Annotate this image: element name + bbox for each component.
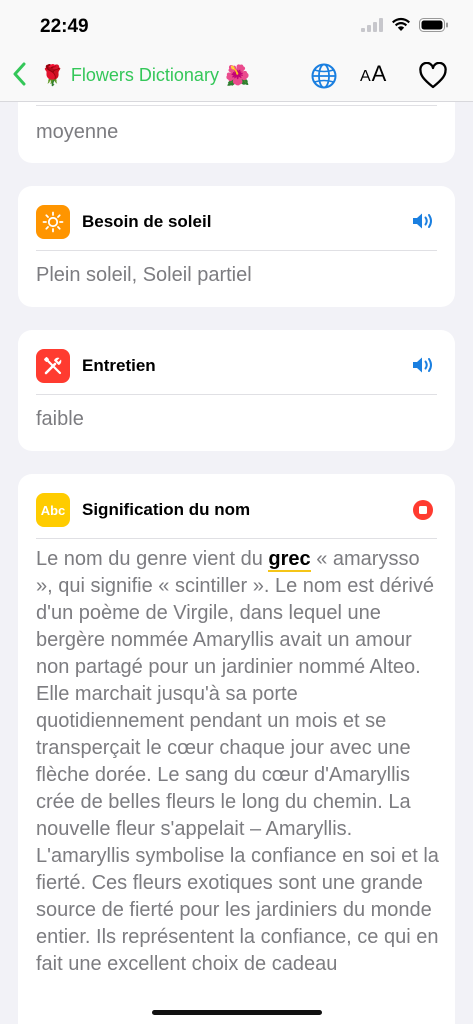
status-time: 22:49 — [40, 16, 89, 37]
rose-emoji: 🌹 — [40, 65, 65, 87]
stop-icon — [411, 500, 435, 526]
sunlight-card-header: Besoin de soleil — [36, 204, 437, 240]
abc-icon-text: Abc — [40, 502, 66, 518]
status-bar: 22:49 — [0, 0, 473, 50]
care-level-value: moyenne — [36, 121, 119, 143]
stop-speaking-button[interactable] — [411, 498, 437, 522]
card-divider — [36, 394, 437, 395]
nav-bar: 🌹 Flowers Dictionary 🌺 A A — [0, 50, 473, 102]
hibiscus-emoji: 🌺 — [224, 65, 250, 87]
maintenance-value: faible — [36, 408, 84, 430]
body-text-before: Le nom du genre vient du — [36, 548, 269, 570]
sunlight-value: Plein soleil, Soleil partiel — [36, 264, 252, 286]
speak-button[interactable] — [411, 354, 437, 378]
name-meaning-card-header: Abc Signification du nom — [36, 492, 437, 528]
speaker-icon — [411, 357, 437, 380]
battery-icon — [419, 17, 449, 37]
card-divider — [36, 250, 437, 251]
maintenance-card: Entretien faible — [18, 330, 455, 451]
sunlight-card-title: Besoin de soleil — [82, 212, 212, 231]
chevron-left-icon — [12, 62, 26, 91]
language-button[interactable] — [310, 62, 338, 90]
sun-icon — [36, 205, 70, 239]
name-meaning-card: Abc Signification du nom Le nom du genre… — [18, 474, 455, 1024]
speak-button[interactable] — [411, 210, 437, 234]
name-meaning-text: Le nom du genre vient du grec « amarysso… — [36, 546, 441, 978]
speaker-icon — [411, 213, 437, 236]
status-icons — [361, 17, 449, 37]
card-divider — [36, 538, 437, 539]
highlighted-word[interactable]: grec — [268, 548, 311, 572]
tools-icon — [36, 349, 70, 383]
maintenance-card-title: Entretien — [82, 356, 156, 375]
sunlight-card: Besoin de soleil Plein soleil, Soleil pa… — [18, 186, 455, 307]
nav-title[interactable]: 🌹 Flowers Dictionary 🌺 — [40, 63, 250, 88]
maintenance-card-header: Entretien — [36, 348, 437, 384]
wifi-icon — [391, 17, 411, 37]
text-size-small-a: A — [360, 68, 371, 85]
signal-icon — [361, 17, 383, 37]
card-divider — [36, 105, 437, 106]
home-indicator[interactable] — [152, 1010, 322, 1015]
heart-icon — [418, 61, 448, 94]
name-meaning-card-title: Signification du nom — [82, 500, 251, 519]
text-size-button[interactable]: A A — [360, 61, 386, 87]
back-button[interactable] — [12, 62, 34, 90]
screen: 22:49 🌹 Flowers Dictionary 🌺 A A moyenne… — [0, 0, 473, 1024]
globe-icon — [310, 63, 338, 94]
body-text-after: « amarysso », qui signifie « scintiller … — [36, 548, 439, 975]
nav-title-text: Flowers Dictionary — [70, 65, 219, 85]
abc-icon: Abc — [36, 493, 70, 527]
text-size-large-a: A — [371, 61, 387, 86]
favorite-button[interactable] — [418, 61, 448, 90]
